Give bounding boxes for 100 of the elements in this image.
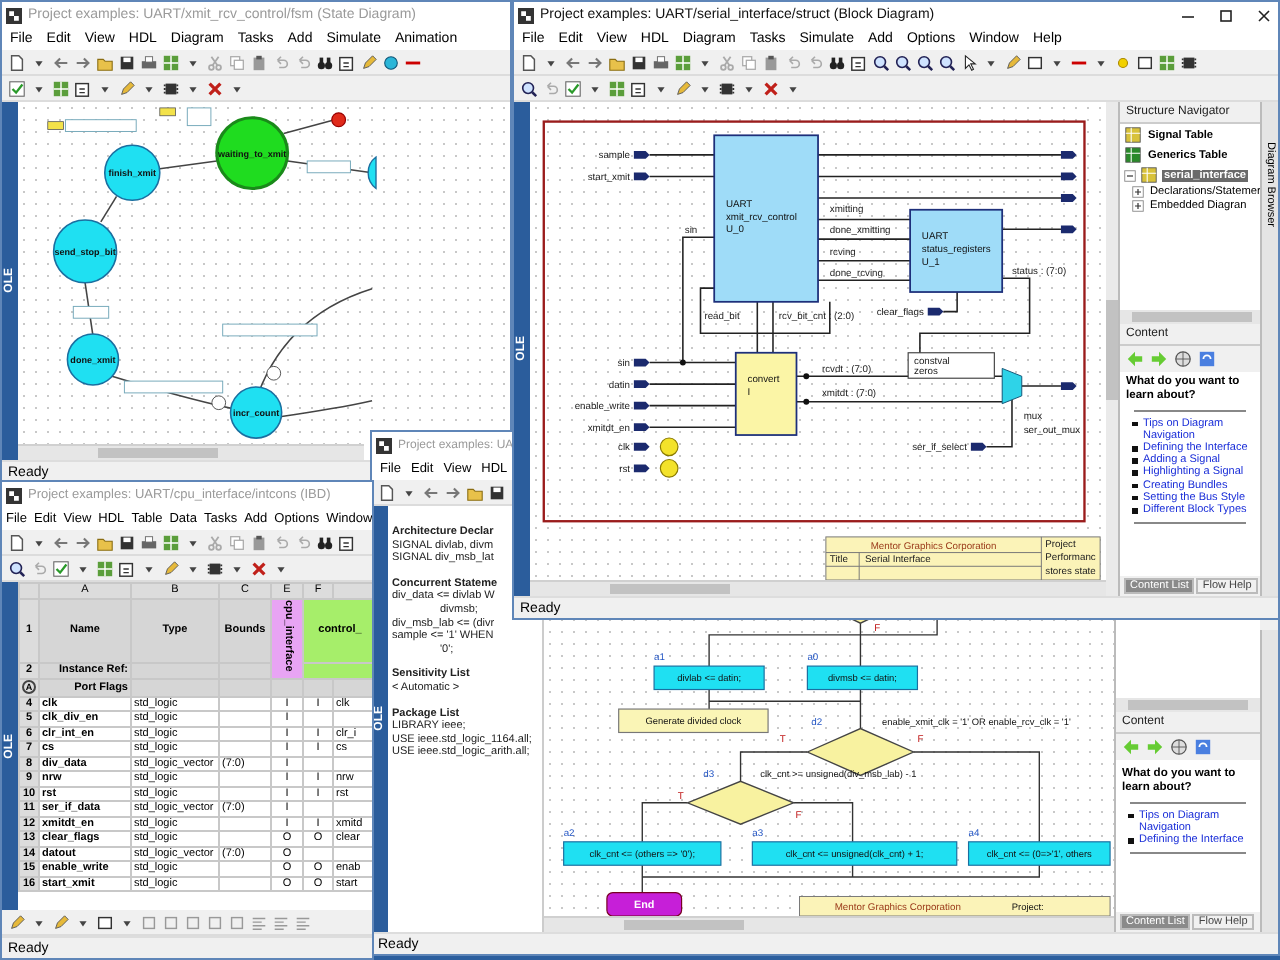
cross-icon[interactable] [250,559,268,577]
globe-icon[interactable] [1174,350,1192,368]
action-box [806,665,919,691]
printer-icon[interactable] [140,53,158,71]
wire [817,279,911,282]
scrollbar-thumb[interactable] [610,584,730,594]
checkmark-icon[interactable] [52,559,70,577]
arrow-right-icon[interactable] [74,53,92,71]
chip-icon[interactable] [206,559,224,577]
zoom-icon[interactable] [916,53,934,71]
checkmark-icon[interactable] [8,79,26,97]
sync-icon[interactable] [1194,738,1212,756]
table-icon [1140,166,1158,184]
arrow-right-icon[interactable] [74,533,92,551]
expand-icon[interactable] [1132,200,1144,212]
zoom-icon[interactable] [894,53,912,71]
action-box [967,841,1111,866]
checkmark-icon[interactable] [564,79,582,97]
globe-icon[interactable] [1170,738,1188,756]
transition-line [282,118,336,135]
arrow-right-icon[interactable] [586,53,604,71]
component-block [909,208,1004,293]
bullet-icon [1128,813,1133,819]
arrow-left-icon[interactable] [52,533,70,551]
collapse-icon[interactable] [1124,169,1136,181]
table-icon [1124,126,1142,144]
embedded-block [734,351,798,436]
square-icon[interactable] [1026,53,1044,71]
square-icon[interactable] [1136,53,1154,71]
scrollbar-thumb[interactable] [1128,700,1248,710]
transition-line [100,195,118,223]
binoculars-icon[interactable] [828,53,846,71]
maximize-icon[interactable] [1216,5,1236,25]
close-icon[interactable] [1254,5,1274,25]
arrow-left-icon[interactable] [52,53,70,71]
properties-icon[interactable] [118,559,136,577]
cross-icon[interactable] [206,79,224,97]
square-icon[interactable] [96,913,114,931]
dot-icon[interactable] [1114,53,1132,71]
expand-icon[interactable] [1132,186,1144,198]
wire [817,238,911,240]
port-icon [927,307,944,316]
printer-icon[interactable] [140,533,158,551]
pen-icon[interactable] [8,913,26,931]
bullet-icon [1132,470,1137,476]
horizontal-scrollbar[interactable] [18,444,364,460]
arrow-left-icon[interactable] [422,483,440,501]
wire [648,426,737,428]
save-icon[interactable] [118,53,136,71]
bullet-icon [1128,838,1133,843]
scrollbar-thumb[interactable] [624,920,744,930]
arrow-left-icon[interactable] [564,53,582,71]
zoom-icon[interactable] [872,53,890,71]
binoculars-icon[interactable] [316,533,334,551]
chip-icon[interactable] [162,79,180,97]
bullet-icon [1132,483,1137,489]
wire [648,154,715,156]
properties-icon[interactable] [338,53,356,71]
transition-line [159,160,218,170]
signal-tag [159,107,176,117]
clipboard-icon[interactable] [250,53,268,71]
sync-icon[interactable] [1198,350,1216,368]
zoom-icon[interactable] [8,559,26,577]
arrow-right-icon[interactable] [444,483,462,501]
zoom-icon[interactable] [520,79,538,97]
wire [1001,228,1062,231]
properties-icon[interactable] [74,79,92,97]
clipboard-icon[interactable] [250,533,268,551]
save-icon[interactable] [118,533,136,551]
condition-box [222,323,318,337]
printer-icon[interactable] [652,53,670,71]
wire [817,259,911,262]
scrollbar-thumb[interactable] [98,448,218,458]
clipboard-icon[interactable] [762,53,780,71]
wire [1021,385,1062,387]
circle-icon[interactable] [382,53,400,71]
condition-box [123,380,224,394]
zoom-icon[interactable] [938,53,956,71]
scrollbar-thumb[interactable] [1106,299,1118,399]
properties-icon[interactable] [850,53,868,71]
mux-shape [1001,367,1023,405]
chip-icon[interactable] [1180,53,1198,71]
pointer-icon[interactable] [960,53,978,71]
vertical-scrollbar[interactable] [1106,102,1118,596]
binoculars-icon[interactable] [316,53,334,71]
horizontal-scrollbar[interactable] [1120,310,1260,324]
cross-icon[interactable] [762,79,780,97]
horizontal-scrollbar[interactable] [544,916,1114,932]
chip-icon[interactable] [718,79,736,97]
junction-dot [803,398,810,405]
horizontal-scrollbar[interactable] [530,580,1106,596]
save-icon[interactable] [630,53,648,71]
properties-icon[interactable] [338,533,356,551]
properties-icon[interactable] [630,79,648,97]
horizontal-scrollbar[interactable] [1116,698,1260,712]
reset-icon [331,112,347,128]
scrollbar-thumb[interactable] [1132,312,1252,322]
save-icon[interactable] [488,483,506,501]
junction-dot [679,359,686,366]
wire [648,175,715,178]
